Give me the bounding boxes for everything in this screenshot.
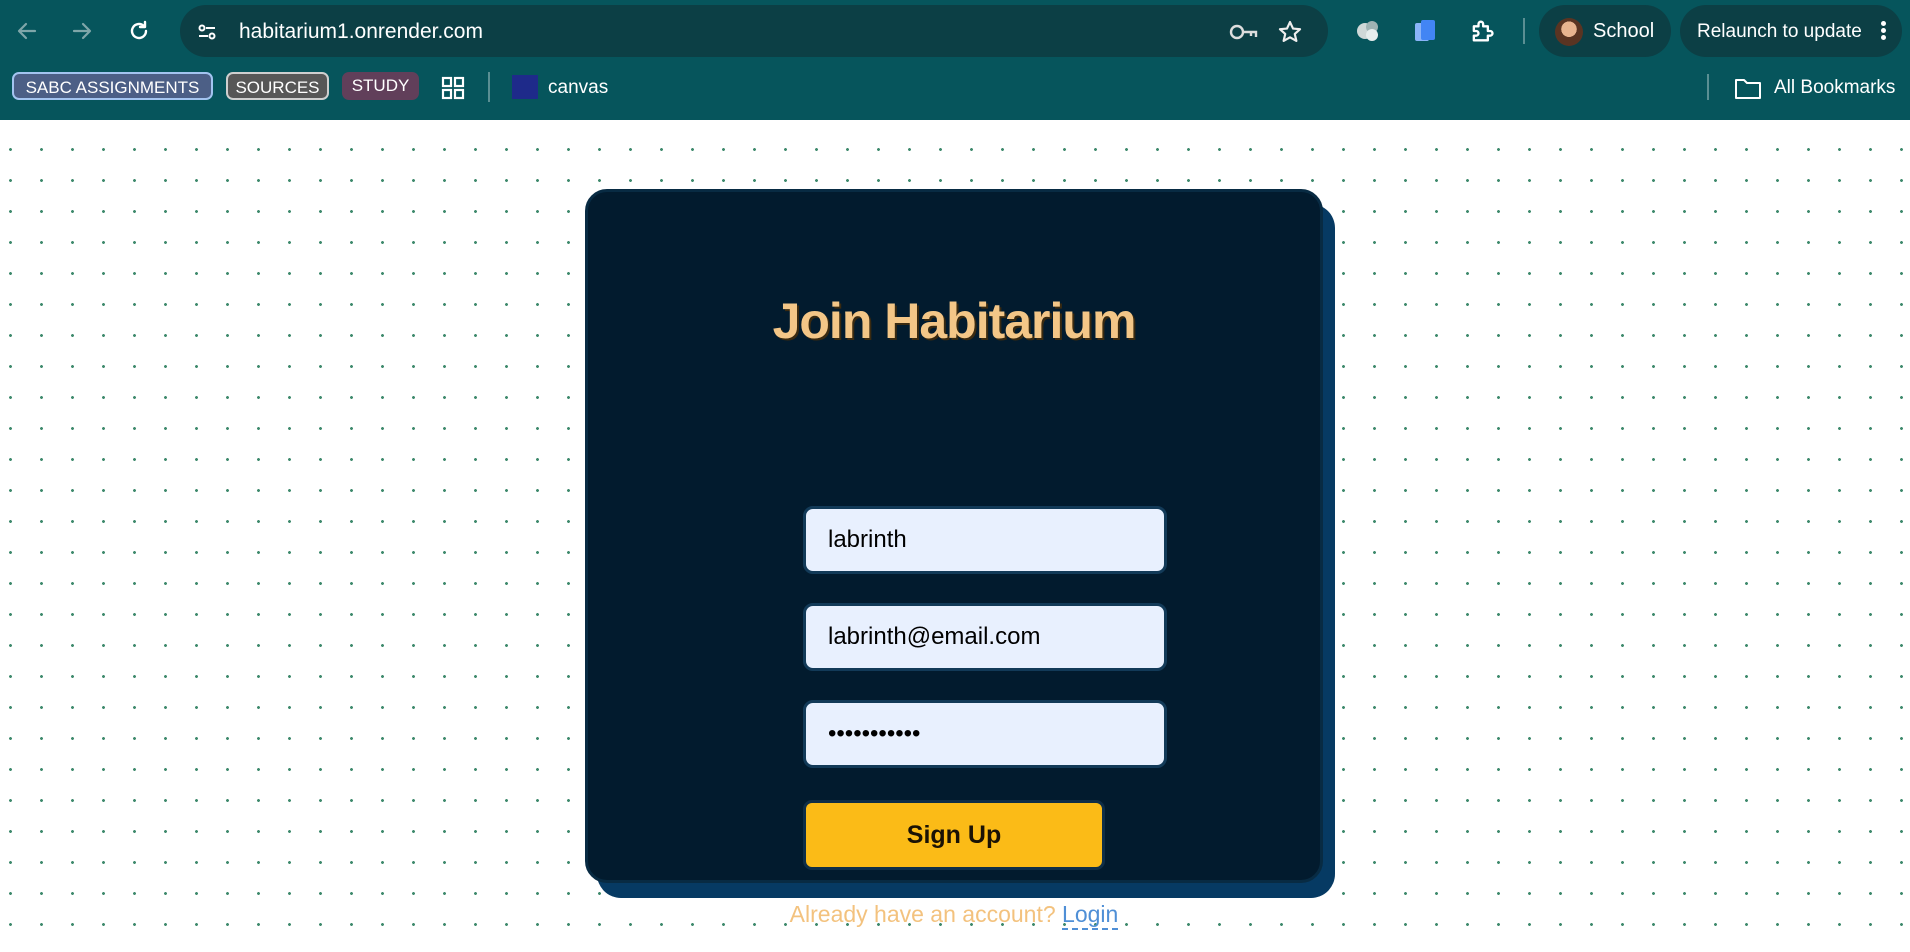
url-text[interactable]: habitarium1.onrender.com bbox=[239, 21, 483, 42]
sign-up-button[interactable]: Sign Up bbox=[803, 800, 1105, 870]
toolbar-divider bbox=[1523, 18, 1525, 44]
login-link[interactable]: Login bbox=[1062, 901, 1119, 930]
login-prompt: Already have an account? Login bbox=[588, 901, 1320, 930]
forward-arrow-icon[interactable] bbox=[67, 13, 97, 49]
all-bookmarks-button[interactable]: All Bookmarks bbox=[1734, 76, 1895, 100]
extension-puzzle-icon[interactable] bbox=[1352, 14, 1386, 48]
page-background: Join Habitarium Sign Up Already have an … bbox=[0, 120, 1910, 952]
extensions-icon[interactable] bbox=[1465, 14, 1499, 48]
password-field[interactable] bbox=[803, 700, 1167, 768]
canvas-favicon-icon bbox=[512, 75, 538, 99]
username-field[interactable] bbox=[803, 506, 1167, 574]
bookmark-canvas-label: canvas bbox=[548, 77, 609, 98]
email-field[interactable] bbox=[803, 603, 1167, 671]
relaunch-button[interactable]: Relaunch to update bbox=[1680, 5, 1902, 57]
page-title: Join Habitarium bbox=[772, 293, 1137, 349]
bookmark-sabc-assignments[interactable]: SABC ASSIGNMENTS bbox=[12, 72, 213, 100]
bookmarks-divider-right bbox=[1707, 74, 1709, 100]
site-info-icon[interactable] bbox=[194, 19, 220, 45]
bookmark-sources[interactable]: SOURCES bbox=[226, 72, 329, 100]
key-icon[interactable] bbox=[1228, 19, 1260, 45]
bookmarks-bar: SABC ASSIGNMENTS SOURCES STUDY canvas Al… bbox=[0, 62, 1910, 122]
apps-grid-icon[interactable] bbox=[441, 76, 465, 100]
address-bar[interactable]: habitarium1.onrender.com bbox=[180, 5, 1328, 57]
profile-label: School bbox=[1593, 20, 1655, 42]
folder-icon bbox=[1735, 79, 1761, 99]
signup-card: Join Habitarium Sign Up Already have an … bbox=[585, 189, 1323, 930]
star-icon[interactable] bbox=[1277, 19, 1303, 45]
browser-toolbar: habitarium1.onrender.com School Relaunch… bbox=[0, 0, 1910, 62]
bookmarks-divider bbox=[488, 72, 490, 102]
login-prompt-text: Already have an account? bbox=[789, 901, 1056, 927]
reload-icon[interactable] bbox=[124, 13, 154, 49]
back-arrow-icon[interactable] bbox=[12, 13, 42, 49]
bookmark-study[interactable]: STUDY bbox=[342, 72, 419, 100]
clipboard-icon[interactable] bbox=[1408, 14, 1442, 48]
all-bookmarks-label: All Bookmarks bbox=[1774, 77, 1896, 98]
relaunch-label: Relaunch to update bbox=[1697, 21, 1862, 42]
more-vert-icon[interactable] bbox=[1876, 19, 1890, 45]
avatar bbox=[1555, 18, 1583, 46]
profile-button[interactable]: School bbox=[1539, 5, 1671, 57]
